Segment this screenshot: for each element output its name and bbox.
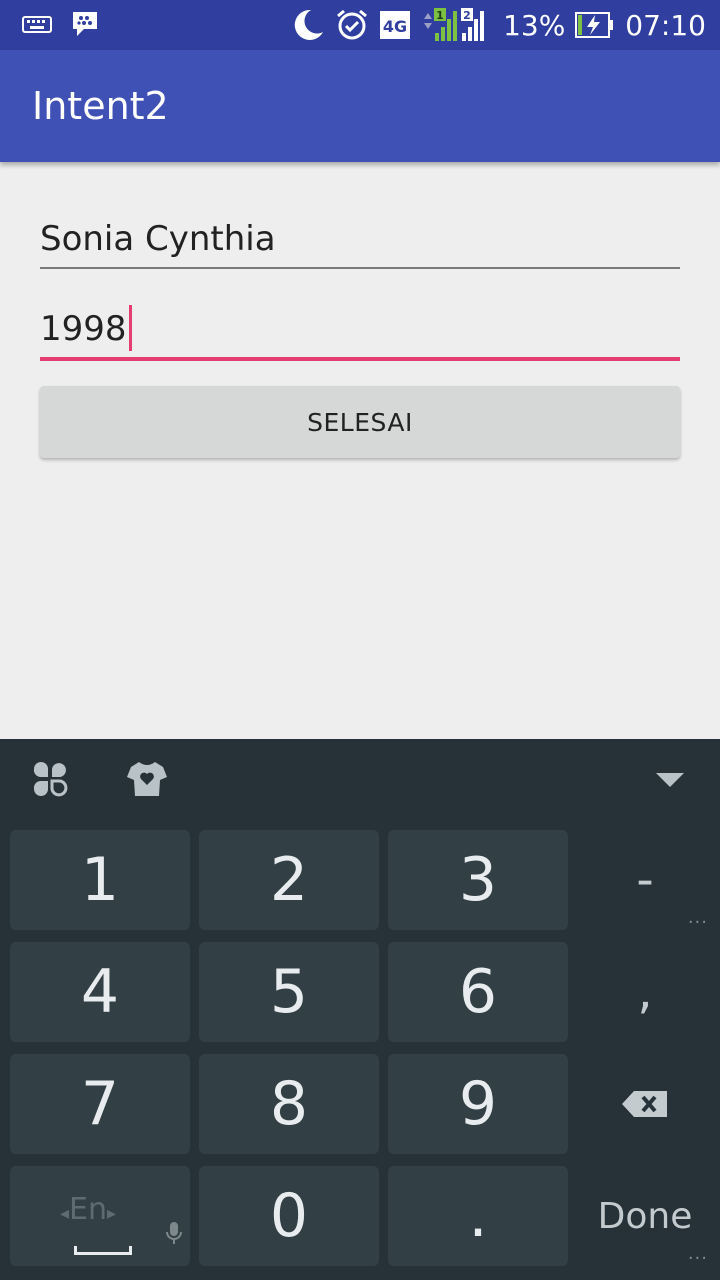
network-4g-icon: 4G	[379, 10, 411, 40]
year-field-value: 1998	[40, 309, 127, 349]
key-2[interactable]: 2	[199, 830, 379, 930]
name-field[interactable]: Sonia Cynthia	[40, 215, 680, 269]
keyboard-toolbar	[0, 739, 720, 827]
app-title: Intent2	[32, 84, 169, 128]
key-7[interactable]: 7	[10, 1054, 190, 1154]
signal-icon: 1 2	[421, 7, 493, 43]
key-dash-label: -	[636, 852, 654, 908]
theme-shirt-icon[interactable]	[126, 759, 168, 803]
collapse-keyboard-icon[interactable]	[654, 771, 686, 793]
backspace-icon[interactable]	[570, 1054, 720, 1154]
alarm-icon	[335, 8, 369, 42]
key-6[interactable]: 6	[388, 942, 568, 1042]
key-5[interactable]: 5	[199, 942, 379, 1042]
clock: 07:10	[625, 8, 706, 42]
chevron-right-icon: ▸	[107, 1203, 117, 1224]
selesai-button[interactable]: SELESAI	[40, 386, 680, 458]
key-dot[interactable]: .	[388, 1166, 568, 1266]
bbm-icon	[70, 10, 100, 38]
chevron-left-icon: ◂	[60, 1203, 70, 1224]
keyboard-icon	[22, 14, 52, 34]
key-0[interactable]: 0	[199, 1166, 379, 1266]
key-4[interactable]: 4	[10, 942, 190, 1042]
done-label: Done	[597, 1195, 693, 1237]
status-bar: 4G 1 2 13% 07:10	[0, 0, 720, 50]
key-comma[interactable]: ,	[570, 942, 720, 1042]
moon-icon	[291, 8, 325, 42]
language-label-row: ◂En▸	[60, 1192, 116, 1227]
battery-percent: 13%	[503, 8, 566, 42]
year-field[interactable]: 1998	[40, 305, 680, 361]
space-bar-icon	[74, 1246, 132, 1255]
language-label: En	[69, 1192, 108, 1227]
microphone-icon	[166, 1190, 182, 1260]
key-8[interactable]: 8	[199, 1054, 379, 1154]
more-options-icon: ...	[687, 907, 708, 928]
svg-text:4G: 4G	[383, 17, 407, 36]
apps-icon[interactable]	[30, 759, 70, 803]
app-bar: Intent2	[0, 50, 720, 162]
text-cursor	[128, 305, 132, 351]
svg-text:2: 2	[463, 9, 471, 22]
key-9[interactable]: 9	[388, 1054, 568, 1154]
name-field-value: Sonia Cynthia	[40, 219, 276, 259]
svg-text:1: 1	[436, 9, 444, 22]
key-dash[interactable]: - ...	[570, 830, 720, 930]
language-space-key[interactable]: ◂En▸	[10, 1166, 190, 1266]
key-1[interactable]: 1	[10, 830, 190, 930]
key-3[interactable]: 3	[388, 830, 568, 930]
battery-charging-icon	[575, 11, 615, 39]
more-options-icon: ...	[687, 1243, 708, 1264]
numeric-keyboard: 1 2 3 4 5 6 7 8 9 ◂En▸ 0 . - ... , Done …	[0, 739, 720, 1280]
done-key[interactable]: Done ...	[570, 1166, 720, 1266]
